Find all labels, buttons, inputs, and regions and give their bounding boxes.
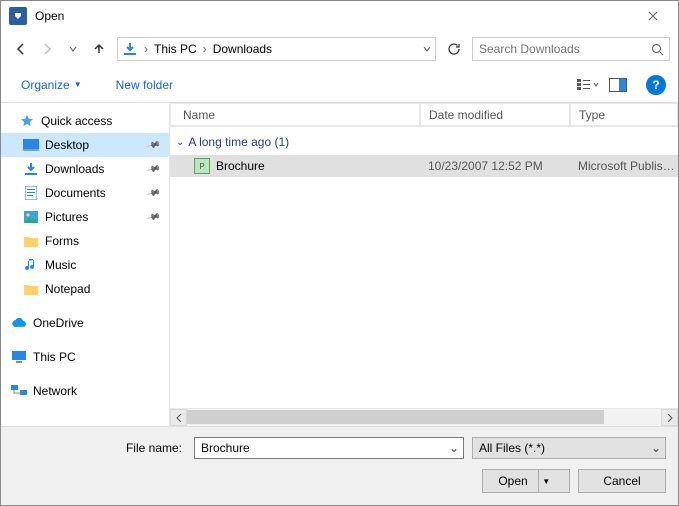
chevron-right-icon: ›: [201, 42, 209, 56]
folder-icon: [23, 233, 39, 249]
back-button[interactable]: [9, 37, 33, 61]
toolbar: Organize ▼ New folder ?: [1, 67, 678, 103]
recent-locations-button[interactable]: [61, 37, 85, 61]
scrollbar-thumb[interactable]: [187, 410, 604, 424]
column-headers: Name Date modified Type: [170, 103, 678, 127]
sidebar-label: Quick access: [41, 114, 112, 128]
chevron-down-icon[interactable]: ⌄: [445, 441, 463, 455]
sidebar-network[interactable]: Network: [1, 379, 169, 403]
group-header[interactable]: ⌄ A long time ago (1): [170, 127, 678, 155]
breadcrumb-thispc[interactable]: This PC: [150, 38, 201, 60]
chevron-right-icon: ›: [142, 42, 150, 56]
chevron-down-icon: ⌄: [647, 441, 665, 455]
sidebar-thispc[interactable]: This PC: [1, 345, 169, 369]
file-row[interactable]: P Brochure 10/23/2007 12:52 PM Microsoft…: [170, 155, 678, 177]
chevron-down-icon: ⌄: [176, 137, 184, 148]
open-label: Open: [498, 474, 527, 488]
sidebar-item-documents[interactable]: Documents: [1, 181, 169, 205]
organize-label: Organize: [21, 78, 70, 92]
sidebar-quick-access[interactable]: Quick access: [1, 109, 169, 133]
sidebar-item-desktop[interactable]: Desktop: [1, 133, 169, 157]
title-bar: Open: [1, 1, 678, 31]
publisher-file-icon: P: [194, 158, 210, 174]
search-input[interactable]: [473, 42, 645, 56]
filetype-value: All Files (*.*): [479, 441, 647, 455]
forward-button[interactable]: [35, 37, 59, 61]
cancel-button[interactable]: Cancel: [578, 469, 666, 493]
sidebar-label: Documents: [45, 186, 106, 200]
preview-pane-button[interactable]: [606, 73, 630, 97]
column-name[interactable]: Name: [170, 103, 420, 126]
search-box[interactable]: [472, 37, 670, 61]
main-area: Quick access Desktop Downloads Documents…: [1, 103, 678, 426]
sidebar-label: Notepad: [45, 282, 90, 296]
downloads-icon: [23, 161, 39, 177]
organize-button[interactable]: Organize ▼: [13, 74, 90, 96]
file-type: Microsoft Publish...: [570, 159, 678, 173]
address-bar[interactable]: › This PC › Downloads: [117, 37, 436, 61]
sidebar-label: Music: [45, 258, 76, 272]
group-label: A long time ago (1): [188, 135, 289, 149]
chevron-down-icon[interactable]: ▼: [538, 470, 554, 492]
onedrive-icon: [11, 315, 27, 331]
help-button[interactable]: ?: [646, 75, 666, 95]
sidebar-item-forms[interactable]: Forms: [1, 229, 169, 253]
star-icon: [19, 113, 35, 129]
chevron-down-icon: ▼: [74, 80, 82, 89]
folder-icon: [23, 281, 39, 297]
file-date: 10/23/2007 12:52 PM: [420, 159, 570, 173]
sidebar-label: Forms: [45, 234, 79, 248]
file-pane: Name Date modified Type ⌄ A long time ag…: [169, 103, 678, 426]
sidebar-item-music[interactable]: Music: [1, 253, 169, 277]
window-title: Open: [35, 9, 632, 23]
documents-icon: [23, 185, 39, 201]
music-icon: [23, 257, 39, 273]
horizontal-scrollbar[interactable]: [170, 408, 678, 426]
sidebar-label: Pictures: [45, 210, 88, 224]
sidebar-label: Downloads: [45, 162, 104, 176]
sidebar-item-notepad[interactable]: Notepad: [1, 277, 169, 301]
new-folder-button[interactable]: New folder: [108, 74, 181, 96]
pictures-icon: [23, 209, 39, 225]
navigation-pane: Quick access Desktop Downloads Documents…: [1, 103, 169, 426]
address-dropdown[interactable]: [417, 38, 435, 60]
file-list[interactable]: ⌄ A long time ago (1) P Brochure 10/23/2…: [170, 127, 678, 408]
desktop-icon: [23, 137, 39, 153]
open-button[interactable]: Open ▼: [482, 469, 570, 493]
file-name: Brochure: [216, 159, 265, 173]
sidebar-item-downloads[interactable]: Downloads: [1, 157, 169, 181]
scroll-right-button[interactable]: [661, 409, 678, 426]
scrollbar-track[interactable]: [187, 409, 661, 426]
column-date[interactable]: Date modified: [420, 103, 570, 126]
refresh-button[interactable]: [442, 37, 466, 61]
footer: File name: ⌄ All Files (*.*) ⌄ Open ▼ Ca…: [1, 426, 678, 505]
sidebar-item-pictures[interactable]: Pictures: [1, 205, 169, 229]
downloads-icon: [120, 39, 140, 59]
app-icon: [9, 7, 27, 25]
network-icon: [11, 383, 27, 399]
column-type[interactable]: Type: [570, 103, 678, 126]
filename-input[interactable]: [195, 441, 445, 455]
filetype-select[interactable]: All Files (*.*) ⌄: [472, 437, 666, 459]
close-button[interactable]: [632, 1, 674, 31]
scroll-left-button[interactable]: [170, 409, 187, 426]
filename-combobox[interactable]: ⌄: [194, 437, 464, 459]
view-options-button[interactable]: [576, 73, 600, 97]
up-button[interactable]: [87, 37, 111, 61]
filename-label: File name:: [126, 441, 182, 455]
sidebar-label: Network: [33, 384, 77, 398]
breadcrumb-downloads[interactable]: Downloads: [209, 38, 276, 60]
nav-bar: › This PC › Downloads: [1, 31, 678, 67]
sidebar-label: This PC: [33, 350, 76, 364]
sidebar-label: Desktop: [45, 138, 89, 152]
sidebar-onedrive[interactable]: OneDrive: [1, 311, 169, 335]
search-icon[interactable]: [645, 43, 669, 56]
thispc-icon: [11, 349, 27, 365]
sidebar-label: OneDrive: [33, 316, 84, 330]
